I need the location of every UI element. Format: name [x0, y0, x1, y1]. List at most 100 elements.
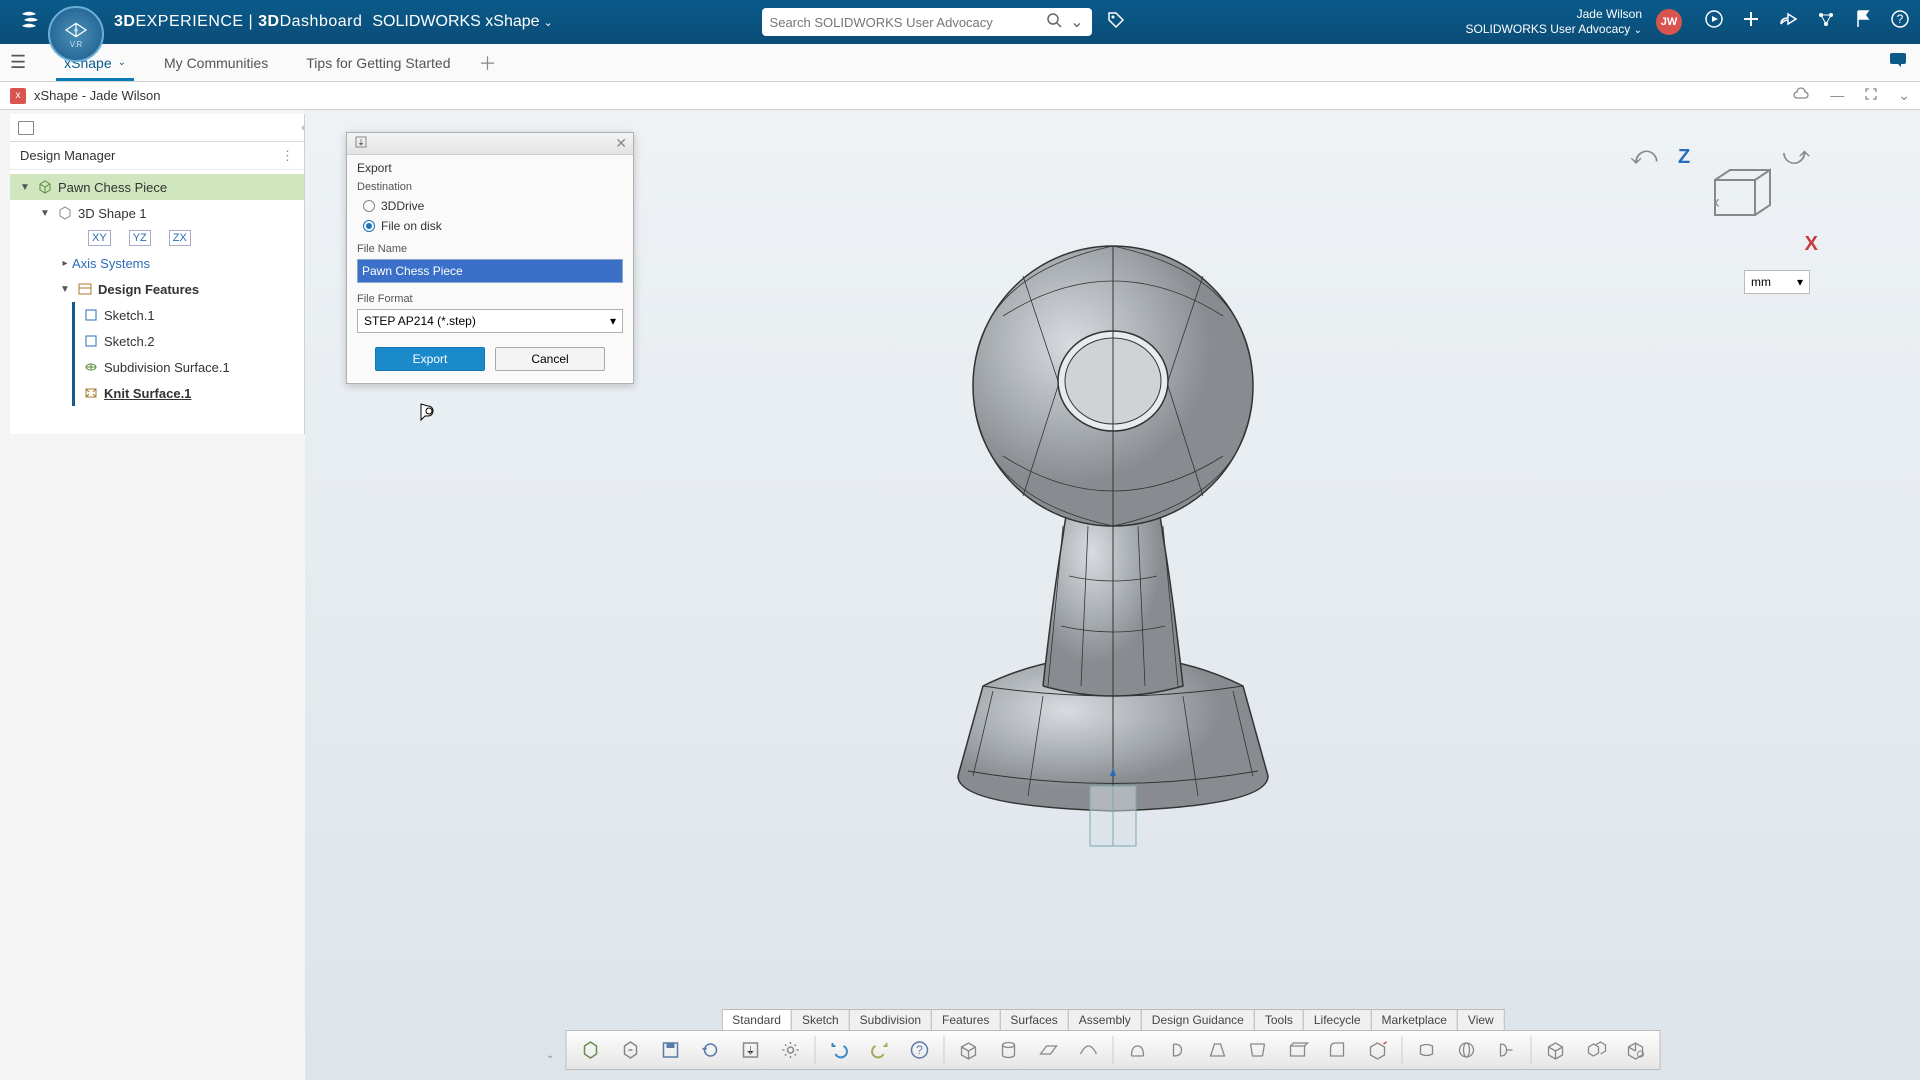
- btab-subdivision[interactable]: Subdivision: [849, 1009, 932, 1030]
- tree-feature-item[interactable]: Sketch.1: [10, 302, 304, 328]
- cloud-icon[interactable]: [1792, 87, 1810, 104]
- cube-icon[interactable]: [1537, 1033, 1573, 1067]
- collapse-icon[interactable]: ▼: [18, 182, 32, 193]
- chat-icon[interactable]: [1888, 51, 1908, 74]
- search-box[interactable]: ⌄: [762, 8, 1092, 36]
- hamburger-icon[interactable]: ☰: [10, 52, 26, 73]
- close-icon[interactable]: ✕: [615, 135, 627, 152]
- zx-plane-icon[interactable]: ZX: [169, 230, 191, 246]
- flag-icon[interactable]: [1854, 9, 1872, 34]
- dialog-titlebar[interactable]: ✕: [347, 133, 633, 155]
- tree-feature-item[interactable]: Sketch.2: [10, 328, 304, 354]
- redo-icon[interactable]: [861, 1033, 897, 1067]
- yz-plane-icon[interactable]: YZ: [129, 230, 151, 246]
- search-input[interactable]: [770, 15, 1047, 30]
- thicken-icon[interactable]: [1448, 1033, 1484, 1067]
- loft-icon[interactable]: [1239, 1033, 1275, 1067]
- add-tab-icon[interactable]: ＋: [478, 50, 496, 76]
- tree-shape[interactable]: ▼ 3D Shape 1: [10, 200, 304, 226]
- surface-icon[interactable]: [1070, 1033, 1106, 1067]
- btab-view[interactable]: View: [1457, 1009, 1505, 1030]
- compass-button[interactable]: V.R: [48, 6, 104, 62]
- plus-icon[interactable]: [1742, 10, 1760, 33]
- unit-select[interactable]: mm▾: [1744, 270, 1810, 294]
- trim-icon[interactable]: [1488, 1033, 1524, 1067]
- btab-lifecycle[interactable]: Lifecycle: [1303, 1009, 1372, 1030]
- cancel-button[interactable]: Cancel: [495, 347, 605, 371]
- pattern-icon[interactable]: [1359, 1033, 1395, 1067]
- box-primitive-icon[interactable]: [950, 1033, 986, 1067]
- maximize-icon[interactable]: [1864, 87, 1878, 104]
- tag-icon[interactable]: [1106, 10, 1126, 35]
- settings-icon[interactable]: [772, 1033, 808, 1067]
- radio-3ddrive[interactable]: 3DDrive: [363, 199, 623, 213]
- shell-icon[interactable]: [1279, 1033, 1315, 1067]
- help-icon[interactable]: ?: [901, 1033, 937, 1067]
- sketch-icon: [82, 307, 100, 323]
- panel-toggle-icon[interactable]: ‹: [1714, 192, 1720, 213]
- save-icon[interactable]: [652, 1033, 688, 1067]
- tree-view-icon[interactable]: [18, 121, 34, 135]
- new-icon[interactable]: [572, 1033, 608, 1067]
- home-icon[interactable]: [1704, 9, 1724, 34]
- user-info[interactable]: Jade Wilson SOLIDWORKS User Advocacy ⌄: [1466, 7, 1642, 36]
- sweep-icon[interactable]: [1199, 1033, 1235, 1067]
- plane-icons[interactable]: XY YZ ZX: [10, 226, 304, 250]
- btab-features[interactable]: Features: [931, 1009, 1000, 1030]
- tree-root[interactable]: ▼ Pawn Chess Piece: [10, 174, 304, 200]
- chevron-down-icon: ▾: [610, 314, 616, 328]
- toolbar-expand-icon[interactable]: ⌄: [546, 1050, 554, 1061]
- open-icon[interactable]: [612, 1033, 648, 1067]
- radio-file-on-disk[interactable]: File on disk: [363, 219, 623, 233]
- refresh-icon[interactable]: [692, 1033, 728, 1067]
- filename-input[interactable]: [357, 259, 623, 283]
- format-select[interactable]: STEP AP214 (*.step) ▾: [357, 309, 623, 333]
- expand-icon[interactable]: ▸: [58, 258, 72, 269]
- search-dropdown-icon[interactable]: ⌄: [1070, 12, 1083, 32]
- btab-marketplace[interactable]: Marketplace: [1371, 1009, 1458, 1030]
- avatar[interactable]: JW: [1656, 9, 1682, 35]
- search-icon[interactable]: [1046, 12, 1062, 33]
- ds-logo-icon[interactable]: [18, 8, 42, 37]
- tab-tips[interactable]: Tips for Getting Started: [288, 44, 468, 81]
- assembly-icon[interactable]: [1577, 1033, 1613, 1067]
- plane-primitive-icon[interactable]: [1030, 1033, 1066, 1067]
- more-icon[interactable]: ⋮: [281, 148, 294, 164]
- tree-feature-item[interactable]: Knit Surface.1: [10, 380, 304, 406]
- rotate-right-icon[interactable]: ⤻: [1782, 140, 1810, 172]
- cylinder-primitive-icon[interactable]: [990, 1033, 1026, 1067]
- btab-standard[interactable]: Standard: [721, 1009, 792, 1030]
- view-cube[interactable]: ⤺ ⤻ Z X: [1630, 140, 1810, 250]
- knit-icon[interactable]: [1408, 1033, 1444, 1067]
- cube-icon[interactable]: [1700, 160, 1780, 230]
- dashboard-tabs: ☰ xShape⌄ My Communities Tips for Gettin…: [0, 44, 1920, 82]
- export-button[interactable]: Export: [375, 347, 485, 371]
- btab-tools[interactable]: Tools: [1254, 1009, 1304, 1030]
- btab-assembly[interactable]: Assembly: [1068, 1009, 1142, 1030]
- tab-communities[interactable]: My Communities: [146, 44, 286, 81]
- extrude-icon[interactable]: [1119, 1033, 1155, 1067]
- chevron-down-icon: ⌄: [544, 17, 553, 29]
- tree-axis[interactable]: ▸ Axis Systems: [10, 250, 304, 276]
- export-icon[interactable]: [732, 1033, 768, 1067]
- share-icon[interactable]: [1778, 10, 1798, 33]
- collapse-icon[interactable]: ▼: [58, 284, 72, 295]
- xy-plane-icon[interactable]: XY: [88, 230, 111, 246]
- btab-design-guidance[interactable]: Design Guidance: [1141, 1009, 1255, 1030]
- collapse-icon[interactable]: ▼: [38, 208, 52, 219]
- expand-icon[interactable]: ⌄: [1898, 87, 1910, 104]
- revolve-icon[interactable]: [1159, 1033, 1195, 1067]
- undo-icon[interactable]: [821, 1033, 857, 1067]
- view-icon[interactable]: [1617, 1033, 1653, 1067]
- tree-features[interactable]: ▼ Design Features: [10, 276, 304, 302]
- rotate-left-icon[interactable]: ⤺: [1630, 140, 1658, 172]
- minimize-icon[interactable]: —: [1830, 87, 1844, 104]
- btab-sketch[interactable]: Sketch: [791, 1009, 850, 1030]
- fillet-icon[interactable]: [1319, 1033, 1355, 1067]
- app-name[interactable]: SOLIDWORKS xShape⌄: [372, 13, 552, 31]
- compass-label: V.R: [70, 40, 83, 49]
- help-icon[interactable]: ?: [1890, 9, 1910, 34]
- btab-surfaces[interactable]: Surfaces: [999, 1009, 1068, 1030]
- tree-feature-item[interactable]: Subdivision Surface.1: [10, 354, 304, 380]
- network-icon[interactable]: [1816, 10, 1836, 33]
